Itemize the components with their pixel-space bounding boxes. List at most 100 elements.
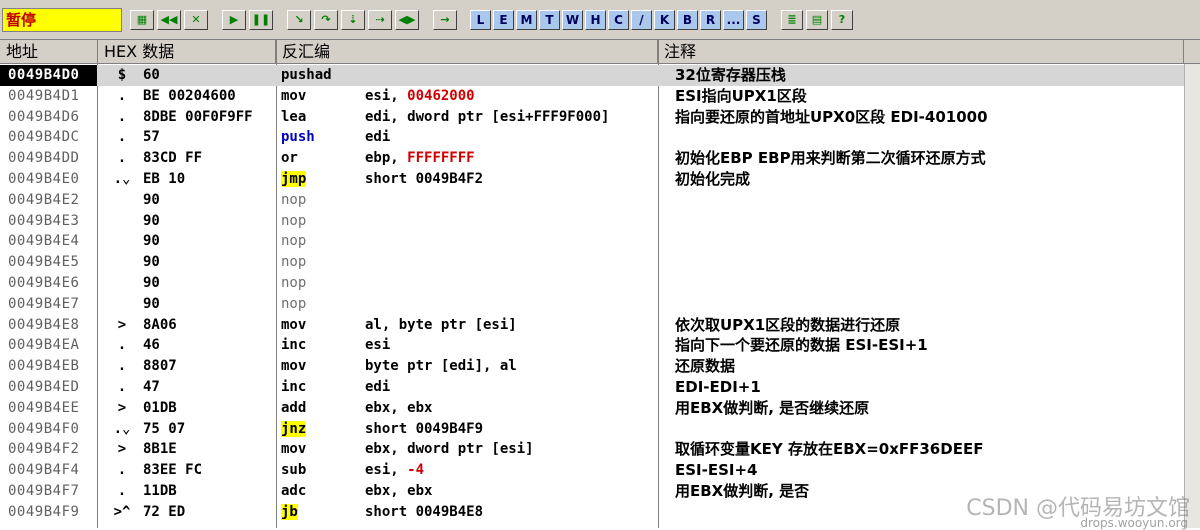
column-hex[interactable]: HEX 数据: [98, 40, 276, 64]
mnemonic-cell: adc: [281, 481, 359, 502]
operand-cell: ebp, FFFFFFFF: [365, 148, 657, 169]
hex-cell: 90: [143, 212, 160, 229]
table-row[interactable]: 0049B4ED. 47 inc edi EDI-EDI+1: [0, 377, 1200, 398]
table-row[interactable]: 0049B4EE >01DB add ebx, ebx 用EBX做判断, 是否继续还原: [0, 398, 1200, 419]
table-row[interactable]: 0049B4E0 .⌄ EB 10 jmp short 0049B4F2 初始化完成: [0, 169, 1200, 190]
window-button-patches[interactable]: /: [631, 10, 652, 30]
operand-text: edi, dword ptr [esi+FFF9F000]: [365, 108, 610, 125]
column-disassembly[interactable]: 反汇编: [276, 40, 658, 64]
options-icon[interactable]: ▤: [806, 10, 828, 30]
jump-marker: >: [117, 399, 127, 416]
hex-cell: 46: [143, 337, 160, 354]
toolbar: 暂停 ▦ ◀◀ ✕ ▶ ❚❚ ↘ ↷ ⇣ ⇢ ◀▶ → L E M T W H C / K B R... S ≣ ▤?: [0, 0, 1200, 40]
window-button-w[interactable]: W: [562, 10, 583, 30]
table-row[interactable]: 0049B4EA. 46 inc esi 指向下一个要还原的数据 ESI-ESI+1: [0, 335, 1200, 356]
comment-cell: 用EBX做判断, 是否继续还原: [675, 398, 870, 417]
operand-cell: edi: [365, 127, 657, 148]
window-button-l[interactable]: L: [470, 10, 491, 30]
table-row[interactable]: 0049B4F0 .⌄ 75 07 jnz short 0049B4F9: [0, 419, 1200, 440]
table-row[interactable]: 0049B4D1. BE 00204600 mov esi, 00462000 ESI指…: [0, 86, 1200, 107]
hex-cell: 90: [143, 191, 160, 208]
table-row[interactable]: 0049B4DC. 57 push edi: [0, 127, 1200, 148]
window-button-c[interactable]: C: [608, 10, 629, 30]
address-cell: 0049B4F9: [8, 503, 80, 520]
column-address[interactable]: 地址: [0, 40, 98, 64]
operand-constant: 00462000: [407, 87, 475, 104]
jump-marker: [104, 252, 140, 273]
table-row[interactable]: 0049B4F2 >8B1E mov ebx, dword ptr [esi] 取循环变…: [0, 439, 1200, 460]
window-button-s[interactable]: S: [746, 10, 767, 30]
mnemonic-text: mov: [281, 441, 307, 458]
open-icon[interactable]: ▦: [130, 10, 154, 30]
comment-cell: [675, 190, 1195, 211]
comment-cell: [675, 294, 1195, 315]
comment-cell: ESI-ESI+4: [675, 461, 758, 480]
mnemonic-text: nop: [281, 254, 307, 271]
address-cell: 0049B4EB: [8, 358, 80, 375]
mnemonic-cell: nop: [281, 273, 359, 294]
mnemonic-text: pushad: [281, 67, 332, 83]
list-icon[interactable]: ≣: [781, 10, 803, 30]
table-row[interactable]: 0049B4F4. 83EE FC sub esi, -4 ESI-ESI+4: [0, 460, 1200, 481]
close-program-icon[interactable]: ✕: [184, 10, 208, 30]
operand-text: byte ptr [edi], al: [365, 358, 517, 375]
help-icon[interactable]: ?: [831, 10, 853, 30]
window-button-more[interactable]: ...: [723, 10, 744, 30]
operand-cell: ebx, dword ptr [esi]: [365, 439, 657, 460]
address-cell: 0049B4D6: [8, 108, 80, 125]
table-row[interactable]: 0049B4EB. 8807 mov byte ptr [edi], al 还原数据: [0, 356, 1200, 377]
address-cell: 0049B4F0: [8, 420, 80, 437]
trace-over-icon[interactable]: ⇢: [368, 10, 392, 30]
mnemonic-text: jb: [281, 503, 298, 520]
table-row[interactable]: 0049B4E6 90 nop: [0, 273, 1200, 294]
jump-marker: [104, 190, 140, 211]
hex-cell: 60: [143, 67, 160, 83]
mnemonic-cell: mov: [281, 315, 359, 336]
mnemonic-text: jmp: [281, 171, 307, 187]
window-button-m[interactable]: M: [516, 10, 537, 30]
operand-cell: short 0049B4F9: [365, 419, 657, 440]
step-into-icon[interactable]: ↘: [287, 10, 311, 30]
window-button-h[interactable]: H: [585, 10, 606, 30]
execute-till-return-icon[interactable]: ◀▶: [395, 10, 419, 30]
trace-into-icon[interactable]: ⇣: [341, 10, 365, 30]
hex-cell: 90: [143, 233, 160, 250]
table-row[interactable]: 0049B4E7 90 nop: [0, 294, 1200, 315]
address-cell: 0049B4F2: [8, 441, 80, 458]
table-row[interactable]: 0049B4D0 $60 pushad 32位寄存器压栈: [0, 65, 1200, 86]
hex-cell: 8A06: [143, 316, 177, 333]
window-button-e[interactable]: E: [493, 10, 514, 30]
address-cell: 0049B4D0: [0, 65, 97, 86]
column-comment[interactable]: 注释: [658, 40, 1184, 64]
table-row[interactable]: 0049B4E2 90 nop: [0, 190, 1200, 211]
table-row[interactable]: 0049B4E5 90 nop: [0, 252, 1200, 273]
run-icon[interactable]: ▶: [222, 10, 246, 30]
step-over-icon[interactable]: ↷: [314, 10, 338, 30]
disassembly-listing[interactable]: 0049B4D0 $60 pushad 32位寄存器压栈 0049B4D1. BE 002…: [0, 65, 1200, 528]
window-button-r[interactable]: R: [700, 10, 721, 30]
rewind-icon[interactable]: ◀◀: [157, 10, 181, 30]
table-row[interactable]: 0049B4E4 90 nop: [0, 231, 1200, 252]
goto-icon[interactable]: →: [433, 10, 457, 30]
operand-cell: short 0049B4E8: [365, 502, 657, 523]
jump-marker: .⌄: [113, 420, 131, 437]
mnemonic-cell: sub: [281, 460, 359, 481]
window-button-k[interactable]: K: [654, 10, 675, 30]
operand-cell: byte ptr [edi], al: [365, 356, 657, 377]
operand-constant: FFFFFFFF: [407, 150, 475, 167]
pause-icon[interactable]: ❚❚: [249, 10, 273, 30]
table-row[interactable]: 0049B4D6. 8DBE 00F0F9FF lea edi, dword ptr …: [0, 107, 1200, 128]
jump-marker: .: [117, 358, 127, 375]
address-cell: 0049B4E3: [8, 212, 80, 229]
window-button-t[interactable]: T: [539, 10, 560, 30]
mnemonic-text: inc: [281, 379, 307, 395]
vertical-scrollbar[interactable]: [1184, 64, 1200, 528]
table-row[interactable]: 0049B4E3 90 nop: [0, 211, 1200, 232]
address-cell: 0049B4E6: [8, 275, 80, 291]
mnemonic-text: jnz: [281, 420, 307, 437]
window-button-b[interactable]: B: [677, 10, 698, 30]
table-row[interactable]: 0049B4E8 >8A06 mov al, byte ptr [esi] 依次取UPX…: [0, 315, 1200, 336]
address-cell: 0049B4E2: [8, 191, 80, 208]
table-row[interactable]: 0049B4DD. 83CD FF or ebp, FFFFFFFF 初始化EBP EB…: [0, 148, 1200, 169]
operand-text: short 0049B4E8: [365, 503, 484, 520]
